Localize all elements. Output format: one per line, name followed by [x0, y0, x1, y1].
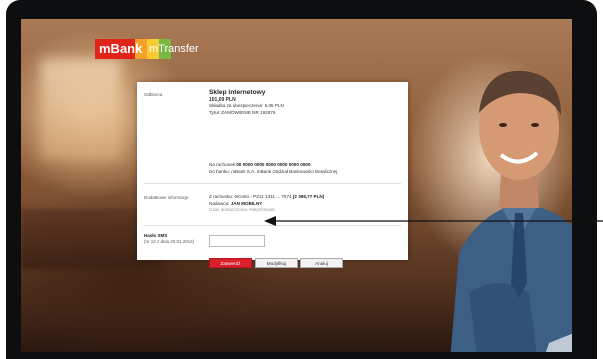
sender-prefix: Nadawca: — [209, 200, 230, 206]
confirm-button[interactable]: Zatwierdź — [209, 258, 252, 268]
modify-button[interactable]: Modyfikuj — [255, 258, 298, 268]
background-person-illustration — [450, 70, 572, 352]
divider — [144, 183, 401, 184]
sender-name: JAN MOBILNY — [230, 200, 263, 206]
from-account: Z rachunku: eKonto - PZ11 1311 ... 7574 — [209, 194, 292, 199]
extra-info-label: Dodatkowe informacje — [144, 195, 189, 200]
transfer-title: Tytuł: ZAMÓWIENIE NR 192876 — [209, 109, 276, 115]
logo-text: mBank — [99, 41, 143, 56]
extra-info-details: Z rachunku: eKonto - PZ11 1311 ... 7574 … — [209, 194, 324, 214]
background-window-light — [41, 59, 121, 159]
recipient-details: Sklep internetowy 101,09 PLN Składka za … — [209, 89, 284, 116]
shop-name: Sklep internetowy — [209, 89, 266, 96]
account-prefix: Na rachunek: — [209, 162, 237, 167]
cancel-button[interactable]: Anuluj — [300, 258, 343, 268]
transfer-amount: 101,09 PLN — [209, 96, 236, 103]
sms-code-label: Hasło SMS — [144, 233, 168, 238]
account-number: 00 0000 0000 0000 0000 0000 0000 — [236, 162, 311, 167]
delivery-time: Czas dostarczenia: Natychmiast — [209, 207, 275, 213]
screen: mBank mTransfer Odbiorca Sklep interneto… — [21, 19, 572, 352]
sms-code-sublabel: (nr 12 z dnia 20.01.2014) — [144, 239, 195, 244]
from-account-balance: (2 395,77 PLN) — [292, 194, 325, 199]
transfer-confirmation-panel: Odbiorca Sklep internetowy 101,09 PLN Sk… — [137, 82, 408, 268]
sms-code-input[interactable] — [209, 235, 265, 247]
recipient-label: Odbiorca — [144, 92, 163, 97]
insurance-fee: Składka za ubezpieczenie: 5,05 PLN — [209, 103, 284, 109]
product-name: mTransfer — [149, 43, 199, 55]
bank-line: Do banku: mBank S.A. mBank Oddział Banko… — [209, 168, 338, 174]
account-details: Na rachunek:00 0000 0000 0000 0000 0000 … — [209, 162, 337, 175]
arrow-pointer-icon — [264, 216, 603, 226]
